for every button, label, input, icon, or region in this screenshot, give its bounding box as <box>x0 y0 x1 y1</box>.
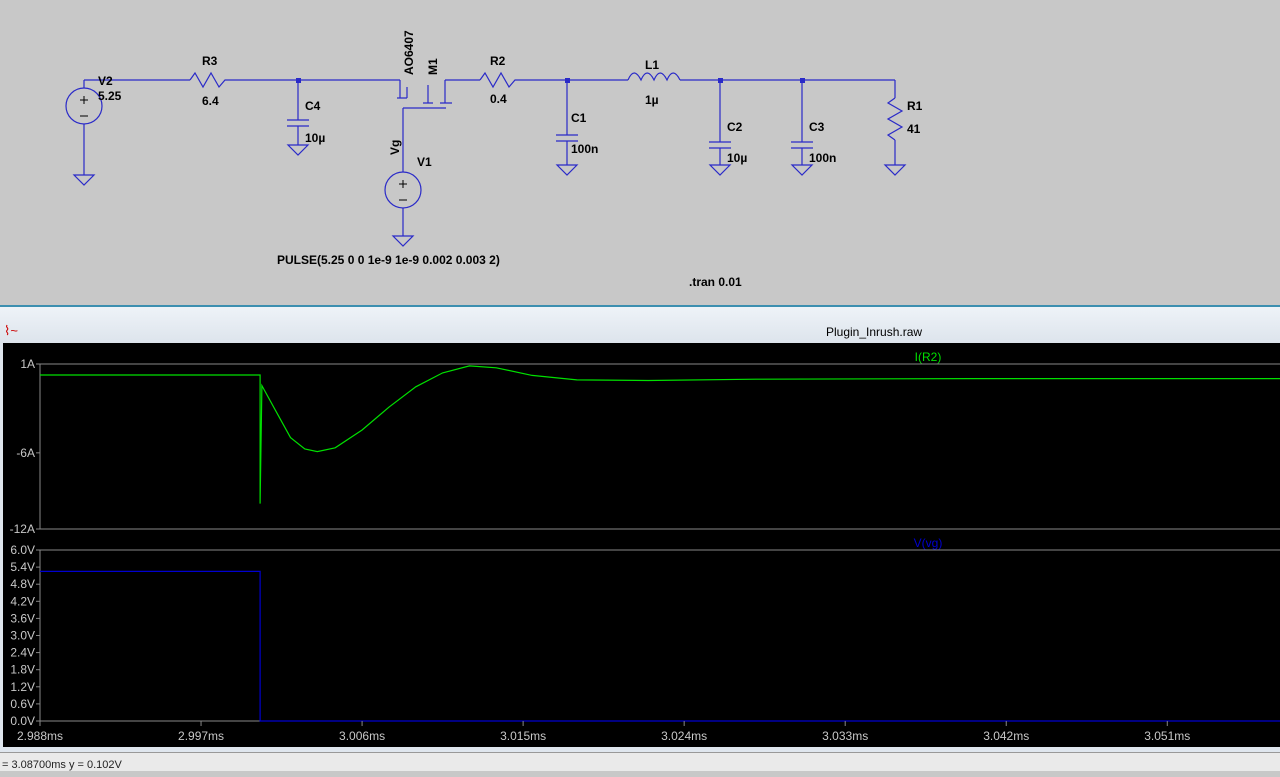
x-tick-label: 3.015ms <box>500 729 546 743</box>
waveform-viewer: ⌇~ Plugin_Inrush.raw 1A -6A -12A I(R2) 6.0V 5… <box>0 305 1280 771</box>
label-c2: C2 <box>727 120 743 134</box>
waveform-title: Plugin_Inrush.raw <box>826 325 923 339</box>
trace-1 <box>40 570 1280 722</box>
x-tick-label: 3.024ms <box>661 729 707 743</box>
y-tick-label: 2.4V <box>10 646 35 660</box>
status-bar: = 3.08700ms y = 0.102V <box>0 752 1280 771</box>
label-r3: R3 <box>202 54 218 68</box>
label-c1: C1 <box>571 111 587 125</box>
label-r1: R1 <box>907 99 923 113</box>
label-v1: V1 <box>417 155 432 169</box>
value-c2: 10µ <box>727 151 747 165</box>
x-tick-label: 2.988ms <box>17 729 63 743</box>
label-l1: L1 <box>645 58 659 72</box>
y-tick-label: 3.6V <box>10 611 35 625</box>
plot-area[interactable]: 1A -6A -12A I(R2) 6.0V 5.4V 4.8V 4.2V 3.6V 3.0V 2.… <box>3 343 1280 747</box>
y-tick-label: 5.4V <box>10 560 35 574</box>
value-m1: AO6407 <box>402 30 416 75</box>
y-tick-label: 6.0V <box>10 543 35 557</box>
x-tick-label: 3.033ms <box>822 729 868 743</box>
value-l1: 1µ <box>645 93 659 107</box>
value-r3: 6.4 <box>202 94 219 108</box>
schematic-editor[interactable]: V2 5.25 R3 6.4 C4 10µ AO6407 M1 R2 0.4 V… <box>0 0 1280 302</box>
value-r1: 41 <box>907 122 921 136</box>
y-tick-label: 1.8V <box>10 663 35 677</box>
waveform-title-bar: ⌇~ Plugin_Inrush.raw <box>0 307 1280 343</box>
x-tick-label: 3.042ms <box>983 729 1029 743</box>
pulse-directive[interactable]: PULSE(5.25 0 0 1e-9 1e-9 0.002 0.003 2) <box>277 253 500 267</box>
x-tick-label: 3.006ms <box>339 729 385 743</box>
label-c3: C3 <box>809 120 825 134</box>
label-c4: C4 <box>305 99 321 113</box>
value-c3: 100n <box>809 151 836 165</box>
value-r2: 0.4 <box>490 92 507 106</box>
trace-label: V(vg) <box>914 536 943 550</box>
y-tick-label: 1.2V <box>10 680 35 694</box>
trace-label: I(R2) <box>915 350 942 364</box>
value-v2: 5.25 <box>98 89 122 103</box>
value-c4: 10µ <box>305 131 325 145</box>
label-m1: M1 <box>426 58 440 75</box>
y-tick-label: 4.2V <box>10 594 35 608</box>
schematic-canvas[interactable]: V2 5.25 R3 6.4 C4 10µ AO6407 M1 R2 0.4 V… <box>0 0 1280 302</box>
y-tick-label: 0.0V <box>10 714 35 728</box>
label-v2: V2 <box>98 74 113 88</box>
y-tick-label: 1A <box>20 357 35 371</box>
net-label-vg: Vg <box>388 140 402 155</box>
y-tick-label: -12A <box>10 522 35 536</box>
waveform-icon: ⌇~ <box>4 323 18 338</box>
y-tick-label: 0.6V <box>10 697 35 711</box>
y-tick-label: 3.0V <box>10 629 35 643</box>
y-tick-label: 4.8V <box>10 577 35 591</box>
y-tick-label: -6A <box>16 446 35 460</box>
x-tick-label: 3.051ms <box>1144 729 1190 743</box>
label-r2: R2 <box>490 54 506 68</box>
x-tick-label: 2.997ms <box>178 729 224 743</box>
value-c1: 100n <box>571 142 598 156</box>
voltage-source-v2 <box>65 87 103 125</box>
trace-0 <box>40 365 1280 504</box>
tran-directive[interactable]: .tran 0.01 <box>689 275 742 289</box>
